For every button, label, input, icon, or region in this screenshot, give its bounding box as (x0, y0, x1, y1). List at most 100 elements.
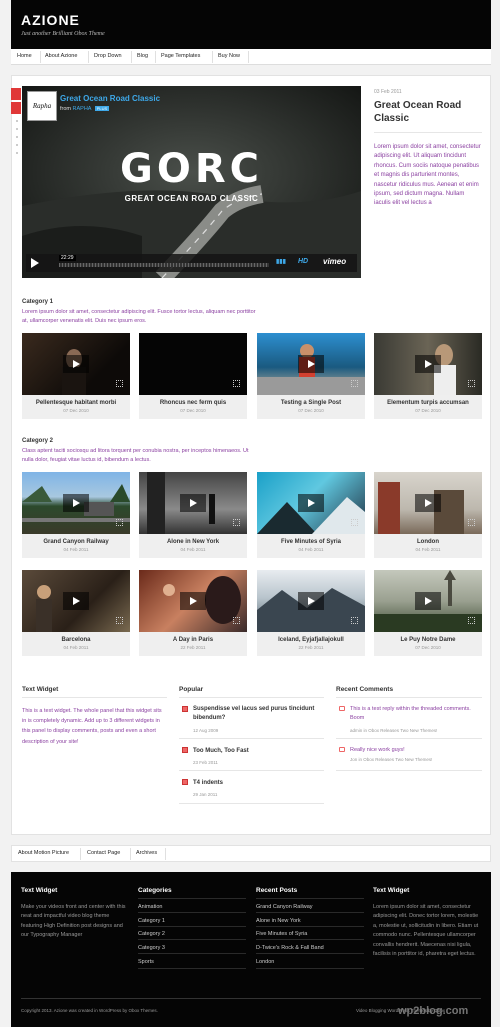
video-thumbnail[interactable] (22, 472, 130, 534)
author-link[interactable]: RAPHA (73, 106, 92, 112)
video-card[interactable]: A Day in Paris 22 Feb 2011 (139, 570, 247, 656)
video-card[interactable]: Rhoncus nec ferm quis 07 Dec 2010 (139, 333, 247, 419)
expand-icon[interactable] (351, 617, 358, 624)
play-icon[interactable] (415, 494, 441, 512)
video-card-title[interactable]: A Day in Paris (139, 632, 247, 643)
feature-title[interactable]: Great Ocean Road Classic (374, 99, 482, 125)
footer-recent-post-link[interactable]: London (256, 959, 274, 965)
video-card[interactable]: Le Puy Notre Dame 07 Dec 2010 (374, 570, 482, 656)
video-thumbnail[interactable] (257, 333, 365, 395)
video-card-title[interactable]: Barcelona (22, 632, 130, 643)
expand-icon[interactable] (233, 519, 240, 526)
video-thumbnail[interactable] (257, 570, 365, 632)
footer-recent-post-link[interactable]: Alone in New York (256, 918, 301, 924)
footer-recent-post-link[interactable]: D-Twice's Rock & Fall Band (256, 945, 324, 951)
popular-post-title[interactable]: Too Much, Too Fast (193, 747, 328, 756)
video-thumbnail[interactable] (139, 570, 247, 632)
video-card-title[interactable]: Five Minutes of Syria (257, 534, 365, 545)
nav-item-page-templates[interactable]: Page Templates (161, 53, 200, 59)
expand-icon[interactable] (351, 519, 358, 526)
video-thumbnail[interactable] (374, 472, 482, 534)
popular-post-title[interactable]: Suspendisse vel lacus sed purus tincidun… (193, 705, 328, 723)
slider-dot[interactable] (16, 152, 18, 154)
popular-post-title[interactable]: T4 indents (193, 779, 328, 788)
play-icon[interactable] (63, 355, 89, 373)
expand-icon[interactable] (351, 380, 358, 387)
video-card[interactable]: Alone in New York 04 Feb 2011 (139, 472, 247, 558)
video-thumbnail[interactable] (139, 333, 247, 395)
expand-icon[interactable] (468, 519, 475, 526)
video-card-title[interactable]: Rhoncus nec ferm quis (139, 395, 247, 406)
play-icon[interactable] (31, 258, 39, 268)
comment-author[interactable]: admin in Obox Releases Two New Themes! (350, 728, 437, 733)
footer-category-link[interactable]: Category 1 (138, 918, 165, 924)
slider-dot[interactable] (16, 136, 18, 138)
video-thumbnail[interactable] (22, 333, 130, 395)
video-card[interactable]: Barcelona 04 Feb 2011 (22, 570, 130, 656)
slider-tab-next[interactable] (11, 102, 21, 114)
expand-icon[interactable] (116, 617, 123, 624)
expand-icon[interactable] (468, 380, 475, 387)
post-thumb-icon[interactable] (182, 747, 188, 753)
video-card[interactable]: Iceland, Eyjafjallajokull 22 Feb 2011 (257, 570, 365, 656)
hd-toggle[interactable]: HD (298, 258, 308, 265)
video-card[interactable]: Elementum turpis accumsan 07 Dec 2010 (374, 333, 482, 419)
video-thumbnail[interactable] (22, 570, 130, 632)
nav-item-buy-now[interactable]: Buy Now (218, 53, 240, 59)
expand-icon[interactable] (468, 617, 475, 624)
video-thumbnail[interactable] (374, 333, 482, 395)
video-card[interactable]: Testing a Single Post 07 Dec 2010 (257, 333, 365, 419)
slider-dot[interactable] (16, 120, 18, 122)
nav-item-blog[interactable]: Blog (137, 53, 148, 59)
footer-nav-about[interactable]: About Motion Picture (18, 850, 69, 856)
footer-nav-archives[interactable]: Archives (136, 850, 157, 856)
category-2-title[interactable]: Category 2 (22, 438, 53, 444)
video-card[interactable]: Five Minutes of Syria 04 Feb 2011 (257, 472, 365, 558)
footer-category-link[interactable]: Category 2 (138, 931, 165, 937)
video-card-title[interactable]: Testing a Single Post (257, 395, 365, 406)
volume-icon[interactable]: ▮▮▮ (276, 258, 286, 265)
slider-dot[interactable] (16, 144, 18, 146)
video-progress-track[interactable] (59, 263, 269, 267)
play-icon[interactable] (415, 355, 441, 373)
video-card-title[interactable]: Grand Canyon Railway (22, 534, 130, 545)
nav-item-about[interactable]: About Azione (45, 53, 77, 59)
play-icon[interactable] (298, 494, 324, 512)
video-card[interactable]: Pellentesque habitant morbi 07 Dec 2010 (22, 333, 130, 419)
footer-category-link[interactable]: Category 3 (138, 945, 165, 951)
nav-item-home[interactable]: Home (17, 53, 32, 59)
footer-recent-post-link[interactable]: Grand Canyon Railway (256, 904, 313, 910)
comment-author[interactable]: Jon in Obox Releases Two New Themes! (350, 757, 432, 762)
play-icon[interactable] (63, 494, 89, 512)
video-card-title[interactable]: Iceland, Eyjafjallajokull (257, 632, 365, 643)
play-icon[interactable] (180, 592, 206, 610)
play-icon[interactable] (298, 355, 324, 373)
footer-category-link[interactable]: Animation (138, 904, 162, 910)
video-thumbnail[interactable] (374, 570, 482, 632)
post-thumb-icon[interactable] (182, 779, 188, 785)
video-card[interactable]: Grand Canyon Railway 04 Feb 2011 (22, 472, 130, 558)
video-card[interactable]: London 04 Feb 2011 (374, 472, 482, 558)
footer-recent-post-link[interactable]: Five Minutes of Syria (256, 931, 307, 937)
nav-item-drop-down[interactable]: Drop Down (94, 53, 122, 59)
slider-dot[interactable] (16, 128, 18, 130)
category-1-title[interactable]: Category 1 (22, 299, 53, 305)
play-icon[interactable] (298, 592, 324, 610)
vimeo-logo[interactable]: vimeo (323, 257, 346, 266)
video-thumbnail[interactable] (257, 472, 365, 534)
video-card-title[interactable]: Alone in New York (139, 534, 247, 545)
post-thumb-icon[interactable] (182, 706, 188, 712)
play-icon[interactable] (415, 592, 441, 610)
expand-icon[interactable] (233, 617, 240, 624)
expand-icon[interactable] (116, 519, 123, 526)
footer-category-link[interactable]: Sports (138, 959, 154, 965)
expand-icon[interactable] (116, 380, 123, 387)
video-card-title[interactable]: London (374, 534, 482, 545)
video-card-title[interactable]: Elementum turpis accumsan (374, 395, 482, 406)
comment-text[interactable]: Really nice work guys! (350, 746, 482, 755)
expand-icon[interactable] (233, 380, 240, 387)
slider-tab-prev[interactable] (11, 88, 21, 100)
video-card-title[interactable]: Le Puy Notre Dame (374, 632, 482, 643)
rapha-logo-badge[interactable]: Rapha (27, 91, 57, 121)
video-title-link[interactable]: Great Ocean Road Classic (60, 94, 160, 103)
